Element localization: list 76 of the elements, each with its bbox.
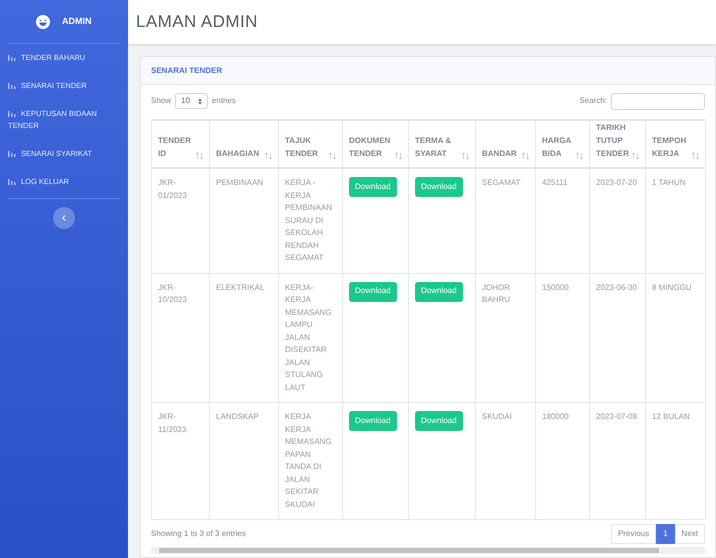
table-cell: PEMBINAAN: [216, 178, 264, 187]
sort-icon[interactable]: [395, 152, 402, 160]
column-label: TERMA & SYARAT: [415, 135, 452, 160]
pagination-button[interactable]: Previous: [610, 524, 656, 544]
column-header[interactable]: TAJUK TENDER: [278, 120, 342, 168]
column-label: BANDAR: [482, 148, 517, 160]
column-label: TEMPOH KERJA: [652, 135, 688, 160]
table-cell: JKR-10/2023: [158, 282, 187, 304]
download-button[interactable]: Download: [349, 177, 397, 197]
search-label: Search:: [579, 95, 607, 107]
pagination-button[interactable]: 1: [656, 524, 675, 544]
download-button[interactable]: Download: [415, 411, 463, 431]
table-cell: 180000: [542, 412, 569, 421]
chevron-left-icon: [62, 215, 66, 221]
entries-select[interactable]: 10: [175, 93, 208, 109]
column-header[interactable]: BAHAGIAN: [210, 120, 278, 168]
column-header[interactable]: TEMPOH KERJA: [646, 120, 706, 168]
column-label: DOKUMEN TENDER: [349, 135, 392, 160]
table-cell: SKUDAI: [482, 412, 512, 421]
column-label: TAJUK TENDER: [285, 135, 319, 160]
bar-chart-icon: [8, 179, 16, 186]
table-cell: JKR-11/2023: [158, 412, 186, 434]
horizontal-scrollbar[interactable]: [151, 547, 705, 554]
table-cell: KERJA-KERJA MEMASANG LAMPU JALAN DISEKITAR JALAN STULANG LAUT: [285, 282, 332, 392]
page-title: LAMAN ADMIN: [136, 11, 258, 34]
table-cell: 1 TAHUN: [652, 178, 686, 187]
table-cell: ELEKTRIKAL: [216, 282, 264, 292]
table-info: Showing 1 to 3 of 3 entries: [151, 528, 246, 540]
brand-name: ADMIN: [62, 14, 92, 28]
download-button[interactable]: Download: [349, 411, 397, 431]
table-cell: 2023-07-20: [596, 178, 637, 187]
column-header[interactable]: BANDAR: [476, 120, 536, 168]
column-label: TARIKH TUTUP TENDER: [596, 122, 630, 160]
table-cell: JOHOR BAHRU: [482, 282, 510, 304]
download-button[interactable]: Download: [415, 177, 463, 197]
table-cell: 12 BULAN: [652, 412, 690, 421]
entries-label: entries: [212, 95, 236, 107]
show-label: Show: [151, 95, 172, 107]
bar-chart-icon: [8, 55, 16, 62]
table-cell: 2023-06-30: [596, 282, 637, 292]
column-header[interactable]: TARIKH TUTUP TENDER: [590, 120, 646, 168]
download-button[interactable]: Download: [415, 282, 463, 302]
sidebar-toggle-button[interactable]: [53, 207, 75, 229]
table-cell: LANDSKAP: [216, 412, 259, 421]
sort-icon[interactable]: [576, 152, 583, 160]
sort-icon[interactable]: [632, 152, 639, 160]
sort-icon[interactable]: [329, 152, 336, 160]
laughing-face-icon: [36, 14, 50, 28]
download-button[interactable]: Download: [349, 282, 397, 302]
sort-icon[interactable]: [462, 152, 469, 160]
column-header[interactable]: TERMA & SYARAT: [408, 120, 476, 168]
table-cell: 425111: [542, 178, 568, 187]
sort-icon[interactable]: [692, 152, 699, 160]
bar-chart-icon: [8, 83, 16, 90]
column-label: HARGA BIDA: [542, 135, 572, 160]
sort-icon[interactable]: [265, 152, 272, 160]
search-field[interactable]: [611, 92, 705, 110]
card-title: SENARAI TENDER: [151, 64, 222, 76]
pagination-button[interactable]: Next: [674, 524, 705, 544]
table-cell: KERJA KERJA MEMASANG PAPAN TANDA DI JALAN SEKITAR SKUDAI: [285, 412, 332, 508]
table-cell: KERJA - KERJA PEMBINAAN SURAU DI SEKOLAH RENDAH SEGAMAT: [285, 178, 332, 262]
table-cell: 8 MINGGU: [652, 282, 692, 292]
column-header[interactable]: HARGA BIDA: [536, 120, 590, 168]
bar-chart-icon: [8, 151, 16, 158]
column-header[interactable]: DOKUMEN TENDER: [342, 120, 408, 168]
table-cell: 150000: [542, 282, 569, 292]
sort-icon[interactable]: [522, 152, 529, 160]
column-label: TENDER ID: [158, 135, 192, 160]
column-label: BAHAGIAN: [216, 148, 260, 160]
select-arrows-icon: [198, 98, 202, 104]
table-cell: 2023-07-08: [596, 412, 637, 421]
bar-chart-icon: [8, 111, 16, 118]
table-cell: SEGAMAT: [482, 178, 521, 187]
table-cell: JKR-01/2023: [158, 178, 187, 200]
column-header[interactable]: TENDER ID: [152, 120, 210, 168]
sort-icon[interactable]: [196, 152, 203, 160]
